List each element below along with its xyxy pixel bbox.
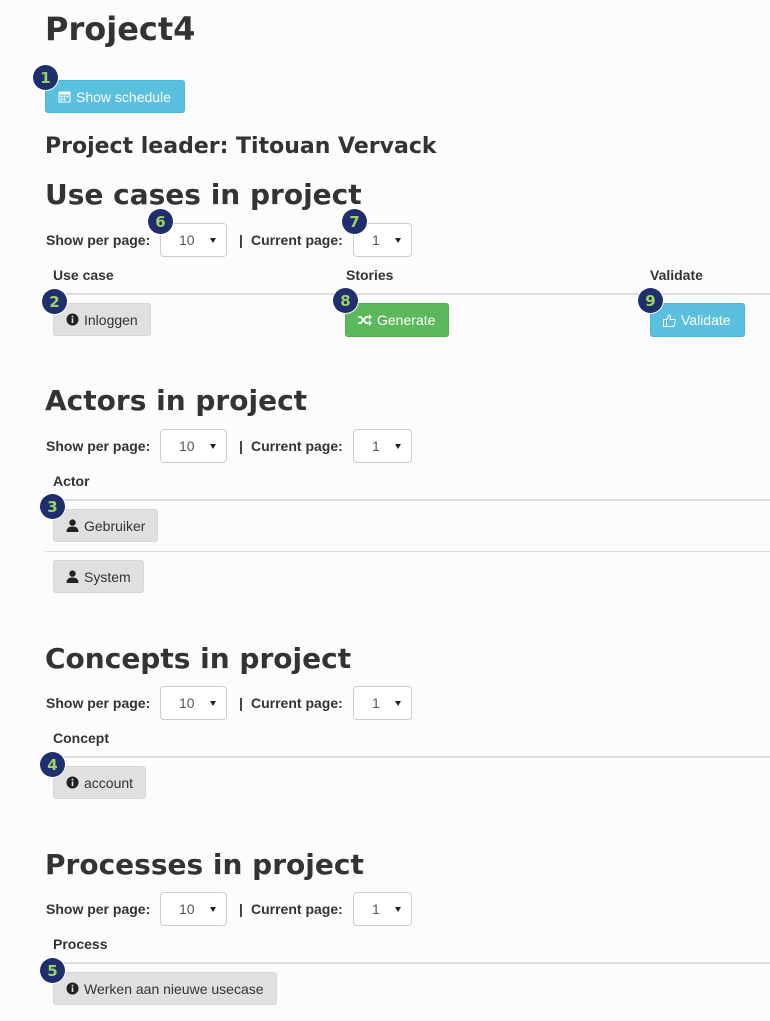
annotation-badge: 9 — [638, 288, 663, 313]
per-page-value: 10 — [179, 232, 195, 248]
chevron-down-icon — [210, 444, 216, 449]
separator: | — [239, 901, 243, 917]
annotation-badge: 2 — [42, 289, 67, 314]
thumbs-up-icon — [663, 313, 676, 327]
generate-label: Generate — [377, 312, 436, 328]
separator: | — [239, 232, 243, 248]
use-case-inloggen-button[interactable]: Inloggen — [53, 303, 151, 336]
current-page-label: Current page: — [251, 438, 343, 454]
info-circle-icon — [66, 982, 79, 995]
generate-stories-button[interactable]: Generate — [345, 303, 449, 337]
actors-per-page-select[interactable]: 10 — [160, 429, 227, 463]
project-leader: Project leader: Titouan Vervack — [45, 134, 437, 159]
actor-label: System — [84, 568, 131, 585]
chevron-down-icon — [395, 701, 401, 706]
concept-label: account — [84, 774, 134, 791]
chevron-down-icon — [210, 701, 216, 706]
show-schedule-button[interactable]: Show schedule — [45, 80, 185, 113]
chevron-down-icon — [210, 238, 216, 243]
actors-heading: Actors in project — [45, 384, 308, 417]
actor-gebruiker-button[interactable]: Gebruiker — [53, 509, 159, 542]
show-per-page-label: Show per page: — [46, 695, 151, 711]
user-icon — [66, 519, 79, 532]
separator: | — [239, 695, 243, 711]
validate-button[interactable]: Validate — [650, 303, 745, 337]
process-button[interactable]: Werken aan nieuwe usecase — [53, 972, 277, 1005]
per-page-value: 10 — [179, 438, 195, 454]
info-circle-icon — [66, 313, 79, 326]
page-title: Project4 — [45, 10, 196, 48]
per-page-value: 10 — [179, 901, 195, 917]
current-page-label: Current page: — [251, 695, 343, 711]
show-per-page-label: Show per page: — [46, 232, 151, 248]
current-page-label: Current page: — [251, 232, 343, 248]
concepts-current-page-select[interactable]: 1 — [353, 686, 412, 720]
separator: | — [239, 438, 243, 454]
use-case-label: Inloggen — [84, 311, 138, 328]
column-header-use-case: Use case — [53, 267, 114, 283]
annotation-badge: 5 — [40, 958, 65, 983]
show-per-page-label: Show per page: — [46, 438, 151, 454]
chevron-down-icon — [395, 238, 401, 243]
per-page-value: 10 — [179, 695, 195, 711]
annotation-badge: 4 — [40, 752, 65, 777]
user-icon — [66, 570, 79, 583]
show-per-page-label: Show per page: — [46, 901, 151, 917]
column-header-validate: Validate — [650, 267, 703, 283]
table-header-divider — [45, 499, 770, 501]
current-page-label: Current page: — [251, 901, 343, 917]
actor-system-button[interactable]: System — [53, 560, 144, 593]
concept-account-button[interactable]: account — [53, 766, 147, 799]
concepts-heading: Concepts in project — [45, 642, 352, 675]
show-schedule-label: Show schedule — [76, 88, 171, 105]
table-header-divider — [45, 962, 770, 964]
processes-per-page-select[interactable]: 10 — [160, 892, 227, 926]
column-header-stories: Stories — [346, 267, 394, 283]
process-label: Werken aan nieuwe usecase — [84, 980, 264, 997]
chevron-down-icon — [395, 907, 401, 912]
validate-label: Validate — [681, 312, 731, 328]
shuffle-icon — [358, 314, 372, 326]
annotation-badge: 3 — [40, 494, 65, 519]
current-page-value: 1 — [372, 232, 380, 248]
info-circle-icon — [66, 776, 79, 789]
actor-label: Gebruiker — [84, 517, 146, 534]
table-row-divider — [45, 551, 770, 552]
chevron-down-icon — [210, 907, 216, 912]
annotation-badge: 7 — [342, 209, 367, 234]
column-header-concept: Concept — [53, 730, 109, 746]
processes-current-page-select[interactable]: 1 — [353, 892, 412, 926]
column-header-actor: Actor — [53, 473, 90, 489]
chevron-down-icon — [395, 444, 401, 449]
column-header-process: Process — [53, 936, 108, 952]
concepts-per-page-select[interactable]: 10 — [160, 686, 227, 720]
annotation-badge: 1 — [33, 65, 58, 90]
current-page-value: 1 — [372, 695, 380, 711]
calendar-icon — [58, 90, 71, 103]
use-cases-heading: Use cases in project — [45, 178, 362, 211]
current-page-value: 1 — [372, 438, 380, 454]
annotation-badge: 8 — [333, 288, 358, 313]
table-header-divider — [45, 756, 770, 758]
annotation-badge: 6 — [148, 209, 173, 234]
actors-current-page-select[interactable]: 1 — [353, 429, 412, 463]
processes-heading: Processes in project — [45, 848, 364, 881]
current-page-value: 1 — [372, 901, 380, 917]
